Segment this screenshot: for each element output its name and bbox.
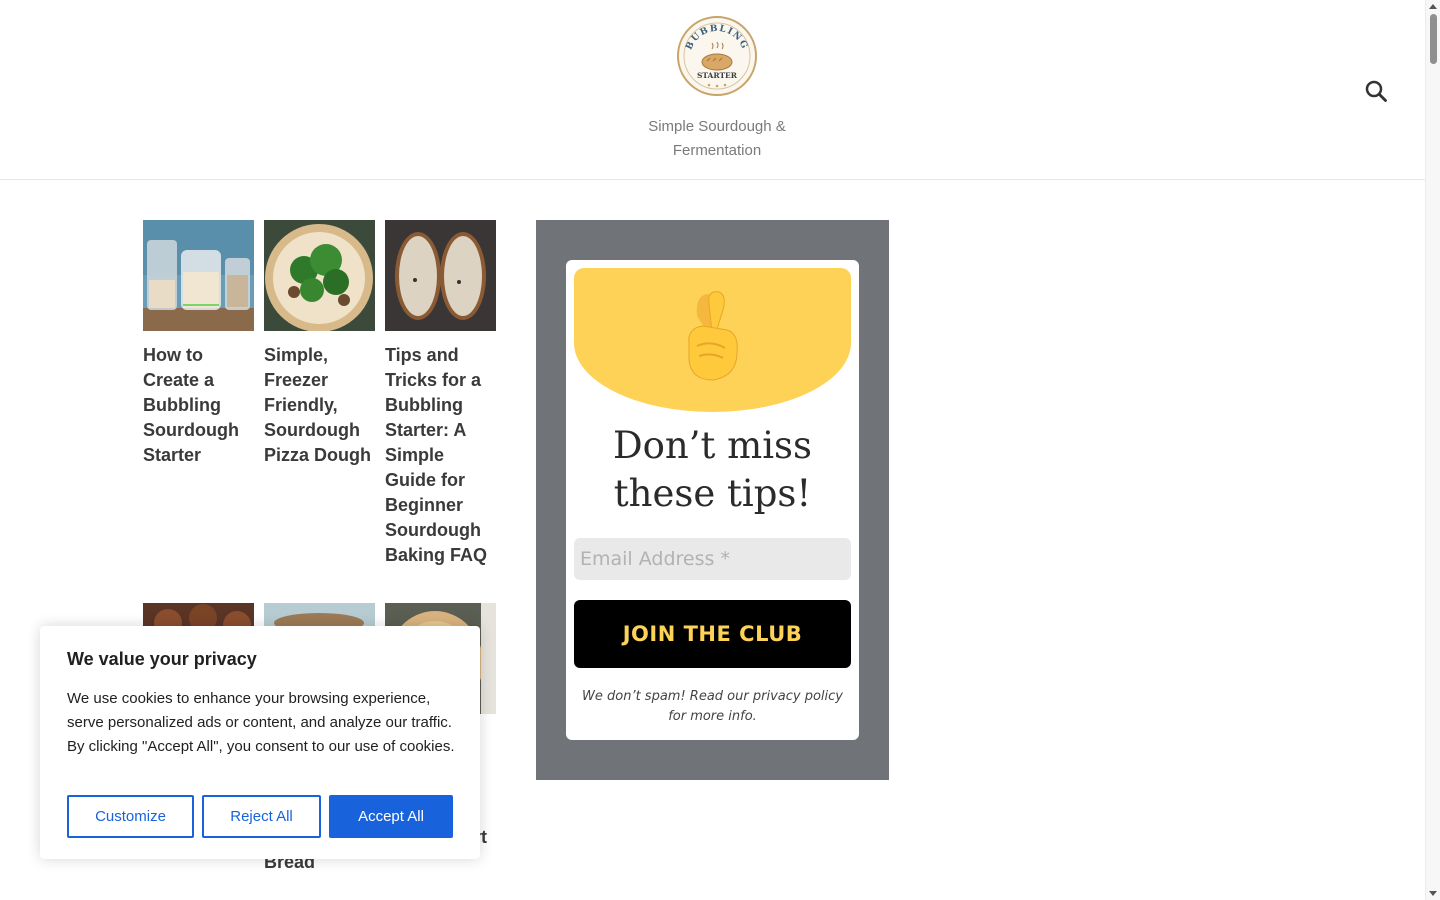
email-field[interactable]	[574, 538, 851, 580]
cookie-consent-banner: We value your privacy We use cookies to …	[40, 626, 480, 859]
accept-all-button[interactable]: Accept All	[329, 795, 453, 838]
post-card[interactable]: Simple, Freezer Friendly, Sourdough Pizz…	[264, 220, 375, 468]
cookie-title: We value your privacy	[67, 649, 257, 669]
logo-text-bottom: STARTER	[697, 71, 738, 80]
newsletter-hero	[574, 268, 851, 412]
post-image-bread-slices[interactable]	[385, 220, 496, 331]
site-header: BUBBLING STARTER Simple Sourdough & Ferm…	[0, 0, 1425, 180]
newsletter-heading: Don’t miss these tips!	[566, 422, 859, 518]
tagline-line-2: Fermentation	[672, 142, 762, 159]
newsletter-privacy-note: We don’t spam! Read our privacy policy f…	[578, 687, 847, 727]
note-line-2: for more info.	[668, 709, 757, 724]
crossed-fingers-icon	[688, 291, 738, 381]
site-logo[interactable]: BUBBLING STARTER	[676, 15, 758, 97]
scrollbar-thumb[interactable]	[1430, 14, 1437, 64]
scroll-up-arrow-icon[interactable]	[1429, 4, 1437, 9]
cookie-body: We use cookies to enhance your browsing …	[67, 690, 455, 755]
post-title[interactable]: Tips and Tricks for a Bubbling Starter: …	[385, 343, 496, 568]
site-tagline: Simple Sourdough & Fermentation	[617, 115, 817, 163]
page-scrollbar[interactable]	[1425, 0, 1440, 900]
reject-all-button[interactable]: Reject All	[202, 795, 321, 838]
search-button[interactable]	[1364, 79, 1388, 103]
post-card[interactable]: Tips and Tricks for a Bubbling Starter: …	[385, 220, 496, 568]
customize-button[interactable]: Customize	[67, 795, 194, 838]
post-title[interactable]: How to Create a Bubbling Sourdough Start…	[143, 343, 254, 468]
post-title[interactable]: Simple, Freezer Friendly, Sourdough Pizz…	[264, 343, 375, 468]
newsletter-widget: Don’t miss these tips! JOIN THE CLUB We …	[536, 220, 889, 780]
tagline-line-1: Simple Sourdough &	[648, 118, 786, 135]
join-club-button[interactable]: JOIN THE CLUB	[574, 600, 851, 668]
heading-line-1: Don’t miss	[612, 424, 813, 467]
heading-line-2: these tips!	[613, 472, 812, 515]
newsletter-card: Don’t miss these tips! JOIN THE CLUB We …	[566, 260, 859, 740]
search-icon	[1365, 80, 1387, 102]
note-line-1: We don’t spam! Read our privacy policy	[582, 689, 843, 704]
logo-emblem: BUBBLING STARTER	[677, 16, 757, 96]
scroll-down-arrow-icon[interactable]	[1429, 891, 1437, 896]
post-image-pizza[interactable]	[264, 220, 375, 331]
post-card[interactable]: How to Create a Bubbling Sourdough Start…	[143, 220, 254, 468]
post-image-sourdough-starter[interactable]	[143, 220, 254, 331]
